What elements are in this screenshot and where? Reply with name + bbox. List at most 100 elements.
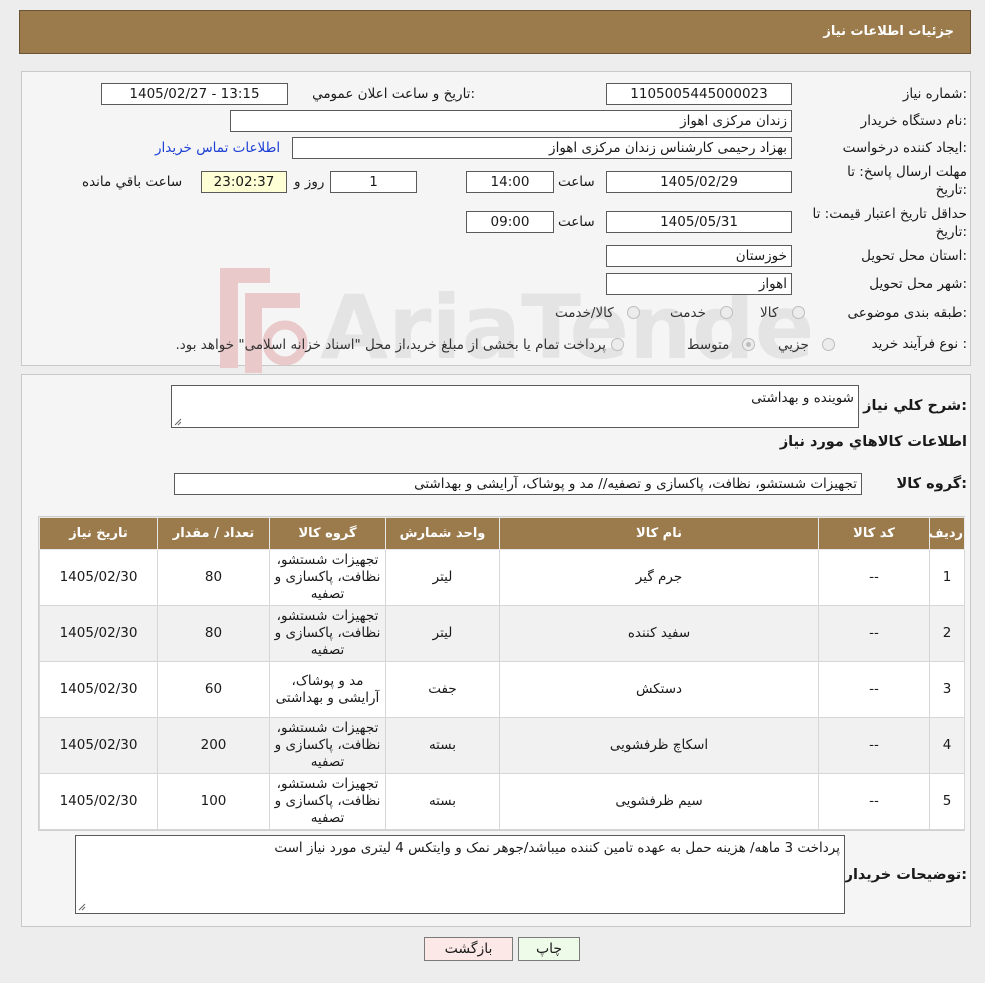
cell-group: تجهیزات شستشو، نظافت، پاکسازی و تصفیه xyxy=(269,549,386,606)
cell-name: سیم ظرفشویی xyxy=(499,773,819,830)
cell-unit: جفت xyxy=(385,661,500,718)
cell-need-date: 1405/02/30 xyxy=(39,549,158,606)
cell-need-date: 1405/02/30 xyxy=(39,717,158,774)
resize-grip-icon xyxy=(78,903,86,911)
process-radio-medium[interactable] xyxy=(742,338,755,351)
category-option-service: خدمت xyxy=(670,305,706,321)
cell-quantity: 200 xyxy=(157,717,270,774)
deadline-date-field[interactable]: 1405/02/29 xyxy=(606,171,792,193)
cell-unit: بسته xyxy=(385,773,500,830)
summary-label: شرح کلي نياز: xyxy=(863,398,967,414)
cell-need-date: 1405/02/30 xyxy=(39,661,158,718)
goods-info-title: اطلاعات کالاهاي مورد نياز xyxy=(779,434,967,450)
cell-code: -- xyxy=(818,661,930,718)
process-option-medium: متوسط xyxy=(687,337,730,353)
page-title: جزئیات اطلاعات نیاز xyxy=(823,24,954,39)
category-radio-goods[interactable] xyxy=(792,306,805,319)
cell-code: -- xyxy=(818,549,930,606)
back-button[interactable]: بازگشت xyxy=(424,937,513,961)
validity-time-field[interactable]: 09:00 xyxy=(466,211,554,233)
col-header-code[interactable]: کد کالا xyxy=(818,517,930,550)
deadline-hour-label: ساعت xyxy=(558,174,595,190)
validity-label-line1: حداقل تاريخ اعتبار قيمت: تا xyxy=(812,206,967,222)
process-label: نوع فرآيند خريد : xyxy=(871,336,967,352)
need-number-field[interactable]: 1105005445000023 xyxy=(606,83,792,105)
buyer-org-field[interactable]: زندان مرکزی اهواز xyxy=(230,110,792,132)
days-field[interactable]: 1 xyxy=(330,171,417,193)
cell-need-date: 1405/02/30 xyxy=(39,773,158,830)
col-header-need-date[interactable]: تاريخ نياز xyxy=(39,517,158,550)
cell-quantity: 80 xyxy=(157,549,270,606)
cell-row-number: 4 xyxy=(929,717,965,774)
cell-need-date: 1405/02/30 xyxy=(39,605,158,662)
cell-row-number: 1 xyxy=(929,549,965,606)
announce-field[interactable]: 1405/02/27 - 13:15 xyxy=(101,83,288,105)
cell-code: -- xyxy=(818,773,930,830)
process-note: پرداخت تمام يا بخشی از مبلغ خريد،از محل … xyxy=(175,337,606,353)
treasury-checkbox[interactable] xyxy=(611,338,624,351)
cell-unit: بسته xyxy=(385,717,500,774)
cell-name: اسکاچ ظرفشویی xyxy=(499,717,819,774)
cell-name: سفید کننده xyxy=(499,605,819,662)
creator-field[interactable]: بهزاد رحیمی کارشناس زندان مرکزی اهواز xyxy=(292,137,792,159)
deadline-label-line1: مهلت ارسال پاسخ: تا xyxy=(847,164,967,180)
remaining-time-field: 23:02:37 xyxy=(201,171,287,193)
days-label: روز و xyxy=(294,174,325,190)
cell-quantity: 60 xyxy=(157,661,270,718)
cell-code: -- xyxy=(818,605,930,662)
col-header-group[interactable]: گروه کالا xyxy=(269,517,386,550)
category-option-goods-service: کالا/خدمت xyxy=(555,305,614,321)
deadline-label-line2: تاريخ: xyxy=(935,182,967,198)
creator-label: ايجاد کننده درخواست: xyxy=(842,140,967,156)
category-radio-service[interactable] xyxy=(720,306,733,319)
cell-row-number: 5 xyxy=(929,773,965,830)
goods-group-label: گروه کالا: xyxy=(896,476,967,492)
page-header: جزئیات اطلاعات نیاز xyxy=(19,10,971,54)
city-field[interactable]: اهواز xyxy=(606,273,792,295)
cell-quantity: 100 xyxy=(157,773,270,830)
resize-grip-icon xyxy=(174,418,182,426)
print-button[interactable]: چاپ xyxy=(518,937,580,961)
col-header-unit[interactable]: واحد شمارش xyxy=(385,517,500,550)
table-row[interactable]: 1 -- جرم گیر لیتر تجهیزات شستشو، نظافت، … xyxy=(39,549,965,606)
remaining-label: ساعت باقي مانده xyxy=(82,174,183,190)
col-header-name[interactable]: نام کالا xyxy=(499,517,819,550)
category-label: طبقه بندی موضوعی: xyxy=(847,305,967,321)
cell-group: تجهیزات شستشو، نظافت، پاکسازی و تصفیه xyxy=(269,717,386,774)
validity-date-field[interactable]: 1405/05/31 xyxy=(606,211,792,233)
notes-label: توضيحات خريدار: xyxy=(844,867,967,883)
process-option-minor: جزيي xyxy=(778,337,809,353)
province-field[interactable]: خوزستان xyxy=(606,245,792,267)
cell-row-number: 3 xyxy=(929,661,965,718)
city-label: شهر محل تحويل: xyxy=(869,276,967,292)
buyer-org-label: نام دستگاه خريدار: xyxy=(860,113,967,129)
announce-label: تاریخ و ساعت اعلان عمومي: xyxy=(312,86,475,102)
deadline-time-field[interactable]: 14:00 xyxy=(466,171,554,193)
province-label: استان محل تحويل: xyxy=(861,248,967,264)
cell-quantity: 80 xyxy=(157,605,270,662)
process-radio-minor[interactable] xyxy=(822,338,835,351)
category-radio-goods-service[interactable] xyxy=(627,306,640,319)
validity-label-line2: تاريخ: xyxy=(935,224,967,240)
category-option-goods: کالا xyxy=(760,305,779,321)
items-table-wrapper: رديف کد کالا نام کالا واحد شمارش گروه کا… xyxy=(38,516,965,831)
cell-name: دستکش xyxy=(499,661,819,718)
items-table: رديف کد کالا نام کالا واحد شمارش گروه کا… xyxy=(39,517,965,830)
cell-name: جرم گیر xyxy=(499,549,819,606)
buyer-contact-link[interactable]: اطلاعات تماس خريدار xyxy=(155,140,280,156)
table-row[interactable]: 2 -- سفید کننده لیتر تجهیزات شستشو، نظاف… xyxy=(39,605,965,662)
notes-textarea[interactable]: پرداخت 3 ماهه/ هزینه حمل به عهده تامین ک… xyxy=(75,835,845,914)
need-number-label: شماره نیاز: xyxy=(902,86,967,102)
table-row[interactable]: 5 -- سیم ظرفشویی بسته تجهیزات شستشو، نظا… xyxy=(39,773,965,830)
cell-group: تجهیزات شستشو، نظافت، پاکسازی و تصفیه xyxy=(269,605,386,662)
cell-row-number: 2 xyxy=(929,605,965,662)
goods-group-field[interactable]: تجهیزات شستشو، نظافت، پاکسازی و تصفیه// … xyxy=(174,473,862,495)
col-header-quantity[interactable]: تعداد / مقدار xyxy=(157,517,270,550)
cell-unit: لیتر xyxy=(385,605,500,662)
table-row[interactable]: 3 -- دستکش جفت مد و پوشاک، آرایشی و بهدا… xyxy=(39,661,965,718)
col-header-row-number[interactable]: رديف xyxy=(928,517,965,550)
summary-textarea[interactable]: شوینده و بهداشتی xyxy=(171,385,859,428)
cell-code: -- xyxy=(818,717,930,774)
cell-group: مد و پوشاک، آرایشی و بهداشتی xyxy=(269,661,386,718)
table-row[interactable]: 4 -- اسکاچ ظرفشویی بسته تجهیزات شستشو، ن… xyxy=(39,717,965,774)
